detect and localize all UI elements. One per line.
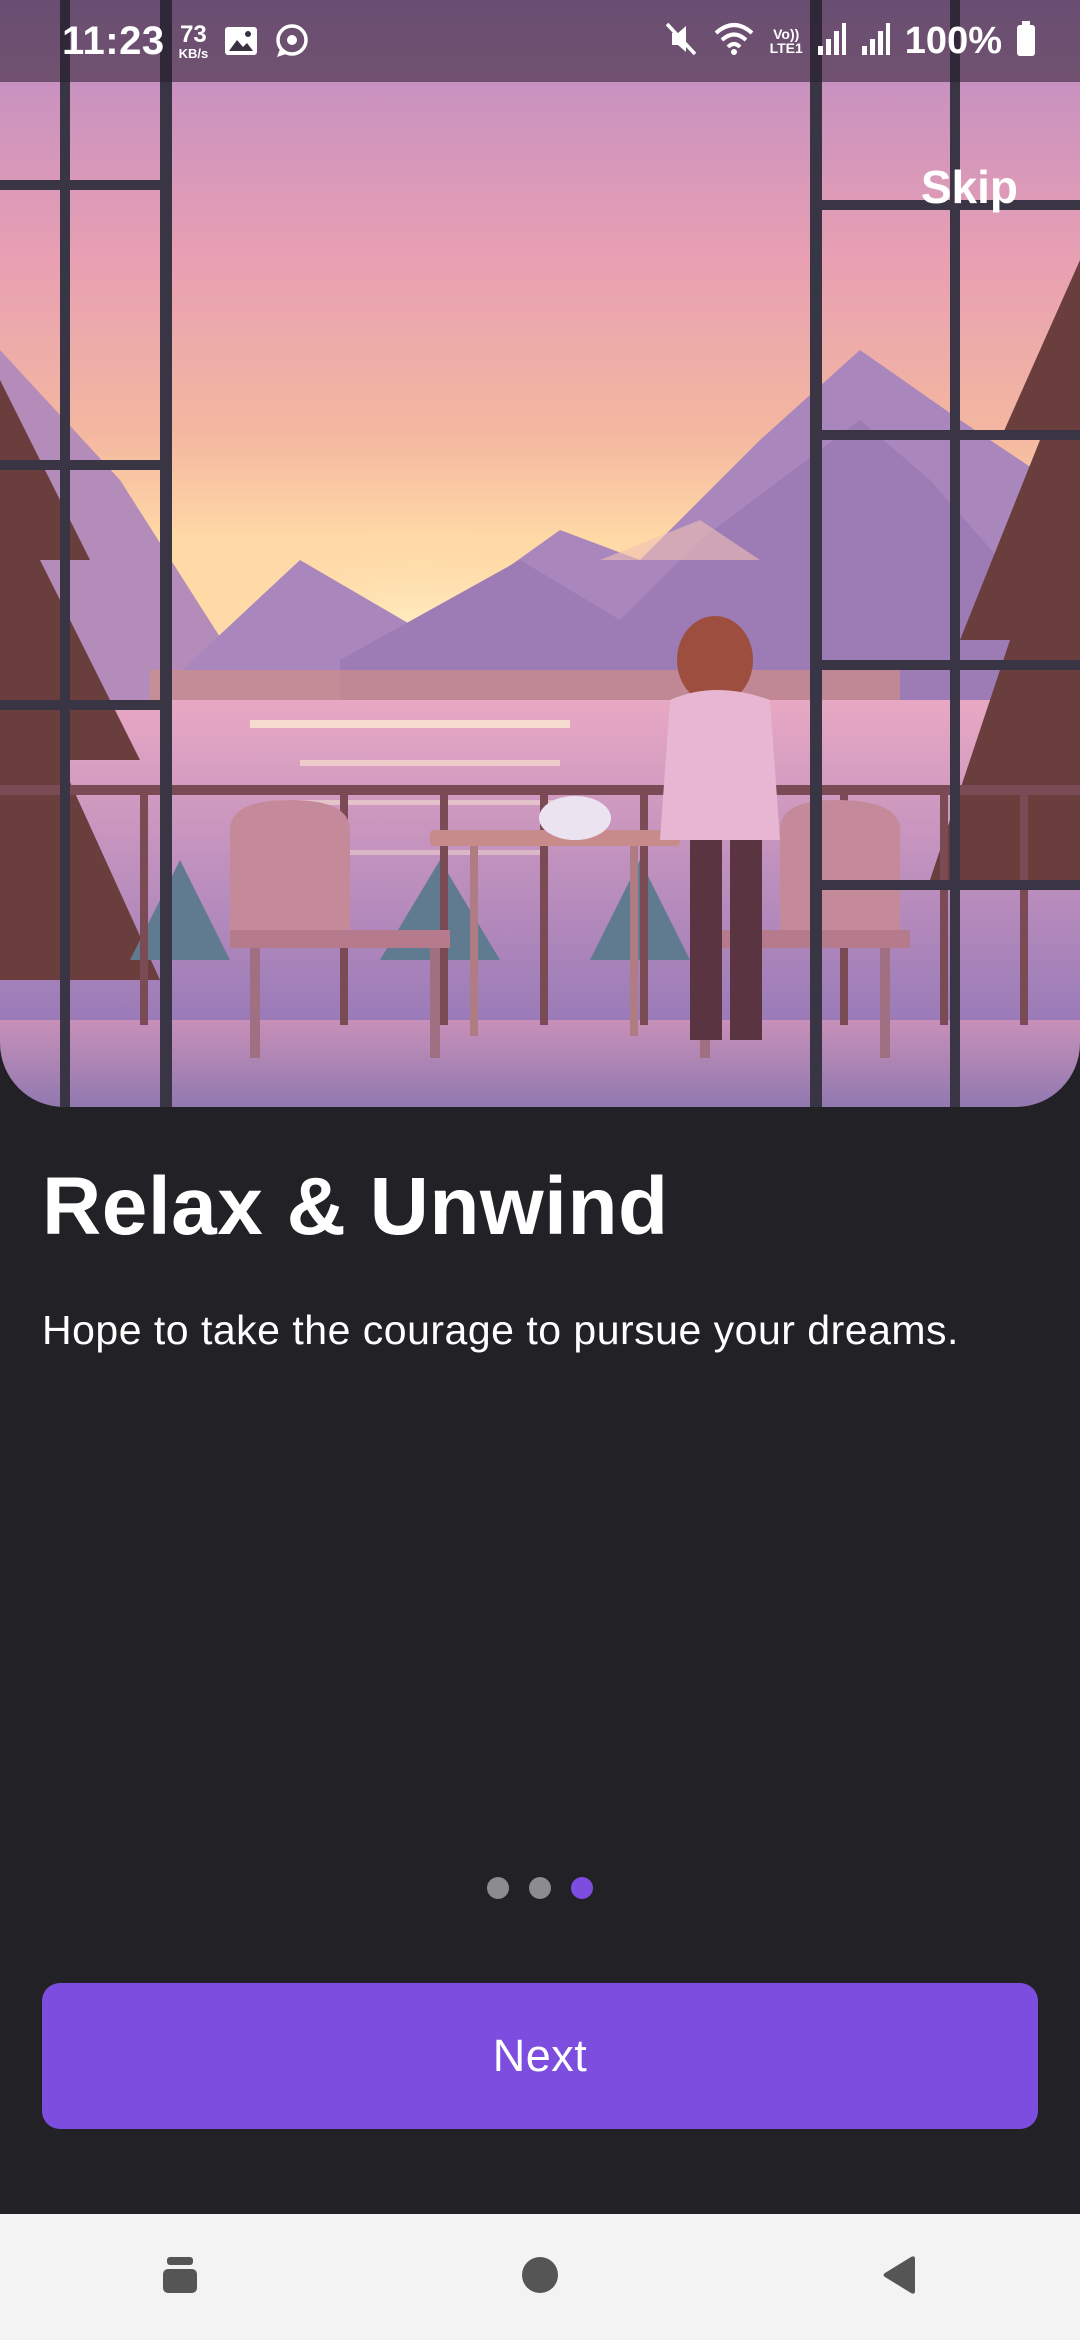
network-speed-value: 73 <box>180 20 207 48</box>
back-icon <box>881 2255 919 2300</box>
onboarding-title: Relax & Unwind <box>42 1161 669 1252</box>
next-button[interactable]: Next <box>42 1983 1038 2129</box>
skip-button[interactable]: Skip <box>921 160 1018 214</box>
recent-apps-icon <box>161 2255 199 2300</box>
onboarding-description: Hope to take the courage to pursue your … <box>42 1307 959 1353</box>
whatsapp-icon <box>274 23 310 59</box>
battery-percentage: 100% <box>904 19 1002 62</box>
battery-icon <box>1016 20 1036 62</box>
navigation-bar <box>0 2214 1080 2340</box>
back-button[interactable] <box>840 2227 960 2327</box>
wifi-icon <box>712 21 756 62</box>
recent-apps-button[interactable] <box>120 2227 240 2327</box>
hero-illustration <box>0 0 1080 1107</box>
page-dot-1[interactable] <box>487 1877 509 1899</box>
page-indicator <box>0 1877 1080 1899</box>
page-dot-3-active[interactable] <box>571 1877 593 1899</box>
signal-icon <box>861 22 891 61</box>
network-speed: 73 KB/s <box>178 20 209 61</box>
status-bar: 11:23 73 KB/s Vo)) LTE1 100% <box>0 0 1080 82</box>
page-dot-2[interactable] <box>529 1877 551 1899</box>
gallery-icon <box>224 26 258 56</box>
volte-indicator: Vo)) LTE1 <box>769 26 803 56</box>
network-speed-unit: KB/s <box>178 45 209 61</box>
signal-icon <box>817 22 847 61</box>
status-time: 11:23 <box>62 18 165 63</box>
home-button[interactable] <box>480 2227 600 2327</box>
mute-icon <box>664 21 698 62</box>
home-icon <box>520 2255 560 2300</box>
